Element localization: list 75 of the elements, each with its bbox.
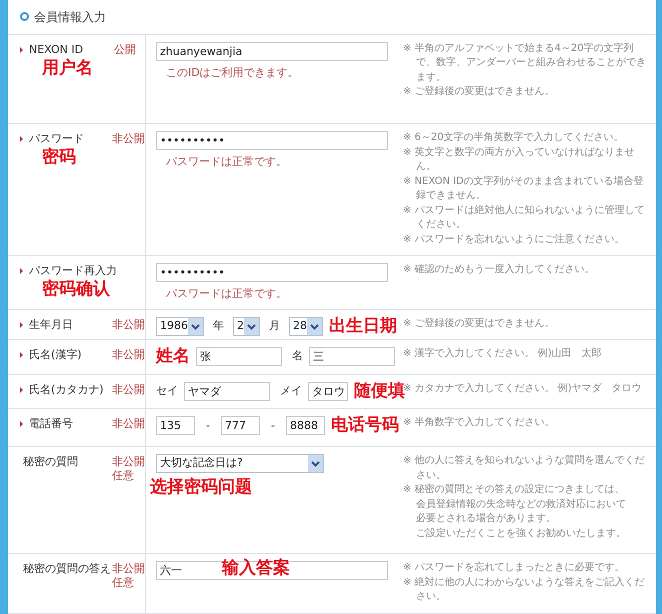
input-field[interactable]: 张 <box>196 346 282 366</box>
caret-icon <box>308 455 323 472</box>
input-field[interactable]: •••••••••• <box>156 263 388 282</box>
note-text: ※ ご登録後の変更はできません。 <box>403 85 556 100</box>
field-label: NEXON ID <box>29 42 84 57</box>
input-field[interactable]: 777 <box>220 416 260 436</box>
field-label: 秘密の質問の答え <box>23 562 111 576</box>
field-label: パスワード再入力 <box>29 264 117 278</box>
visibility-text: 非公開 <box>112 382 145 397</box>
input-field[interactable]: 三 <box>309 346 395 366</box>
field-label: 電話番号 <box>29 417 73 432</box>
date-dropdown[interactable]: 2 <box>233 316 260 336</box>
field-label: セイ <box>156 382 178 399</box>
visibility-text: 非公開 <box>112 455 145 470</box>
status-message: パスワードは正常です。 <box>166 154 288 170</box>
annotation-text: 选择密码问题 <box>150 479 253 496</box>
note-text: ※ パスワードは絶対他人に知られないように管理してください。 <box>403 204 646 232</box>
annotation-text: 输入答案 <box>222 560 290 578</box>
visibility-text: 非公開 <box>112 562 145 576</box>
caret-icon <box>188 318 203 335</box>
note-text: ※ 英文字と数字の両方が入っていなければなりません。 <box>403 146 636 174</box>
note-text: ※ パスワードを忘れないようにご注意ください。 <box>403 232 626 247</box>
input-field[interactable]: zhuanyewanjia <box>156 42 388 61</box>
note-text: ※ 6～20文字の半角英数字で入力してください。 <box>403 131 625 146</box>
visibility-text: 公開 <box>114 42 136 57</box>
visibility-text: 非公開 <box>112 417 145 432</box>
input-field[interactable]: •••••••••• <box>156 131 388 150</box>
note-text: ※ パスワードを忘れてしまったときに必要です。 <box>403 561 626 576</box>
note-text: ※ 秘密の質問とその答えの設定につきましては、 <box>403 483 626 498</box>
visibility-text: 非公開 <box>112 132 145 146</box>
note-text: ※ 他の人に答えを知られないような質問を選んでください。 <box>403 454 646 483</box>
visibility-text: 任意 <box>112 576 135 590</box>
separator-text: - <box>270 418 275 434</box>
status-message: パスワードは正常です。 <box>166 286 288 302</box>
field-label: メイ <box>280 382 302 399</box>
section-title: 会員情報入力 <box>34 8 106 26</box>
unit-text: 月 <box>269 318 280 334</box>
note-text: ※ NEXON IDの文字列がそのまま含まれている場合登録できません。 <box>403 174 645 204</box>
note-text: ※ 半角数字で入力してください。 <box>403 416 556 430</box>
annotation-text: 密码确认 <box>42 281 111 298</box>
field-label: 生年月日 <box>29 318 73 332</box>
caret-icon <box>307 318 322 335</box>
visibility-text: 非公開 <box>112 348 145 362</box>
status-message: このIDはご利用できます。 <box>166 64 300 81</box>
visibility-text: 任意 <box>112 469 135 484</box>
date-dropdown[interactable]: 1986 <box>156 316 204 336</box>
caret-icon <box>244 318 259 335</box>
annotation-text: 用户名 <box>42 60 94 77</box>
annotation-text: 出生日期 <box>329 318 397 335</box>
question-dropdown[interactable]: 大切な記念日は? <box>156 454 324 474</box>
note-text: ※ ご登録後の変更はできません。 <box>403 316 556 331</box>
input-field[interactable]: ヤマダ <box>184 382 270 401</box>
input-field[interactable]: 8888 <box>286 416 325 436</box>
date-dropdown[interactable]: 28 <box>289 316 323 336</box>
annotation-text: 电话号码 <box>330 417 399 434</box>
annotation-text: 姓名 <box>156 348 190 365</box>
annotation-text: 密码 <box>42 149 77 166</box>
field-label: 秘密の質問 <box>23 455 78 470</box>
note-text: ※ 確認のためもう一度入力してください。 <box>403 263 596 278</box>
field-label: 氏名(カタカナ) <box>29 382 104 397</box>
input-field[interactable]: タロウ <box>308 382 348 401</box>
note-text: 会員登録情報の失念時などの救済対応において <box>415 498 627 512</box>
note-text: 必要とされる場合があります。 <box>415 512 557 526</box>
field-label: パスワード <box>29 132 84 146</box>
note-text: ※ 半角のアルファベットで始まる4～20字の文字列で、数字、アンダーバーと組み合わせることができます。 <box>403 42 647 85</box>
visibility-text: 非公開 <box>112 318 145 332</box>
note-text: ご設定いただくことを強くお勧めいたします。 <box>415 526 627 541</box>
note-text: ※ 絶対に他の人にわからないような答えをご記入ください。 <box>403 576 646 604</box>
annotation-text: 随便填 <box>354 382 405 400</box>
unit-text: 年 <box>213 318 224 334</box>
separator-text: - <box>206 418 210 434</box>
input-field[interactable]: 135 <box>156 416 195 436</box>
note-text: ※ 漢字で入力してください。 例)山田 太郎 <box>403 346 603 361</box>
field-label: 氏名(漢字) <box>29 348 82 362</box>
field-label: 名 <box>292 348 303 364</box>
